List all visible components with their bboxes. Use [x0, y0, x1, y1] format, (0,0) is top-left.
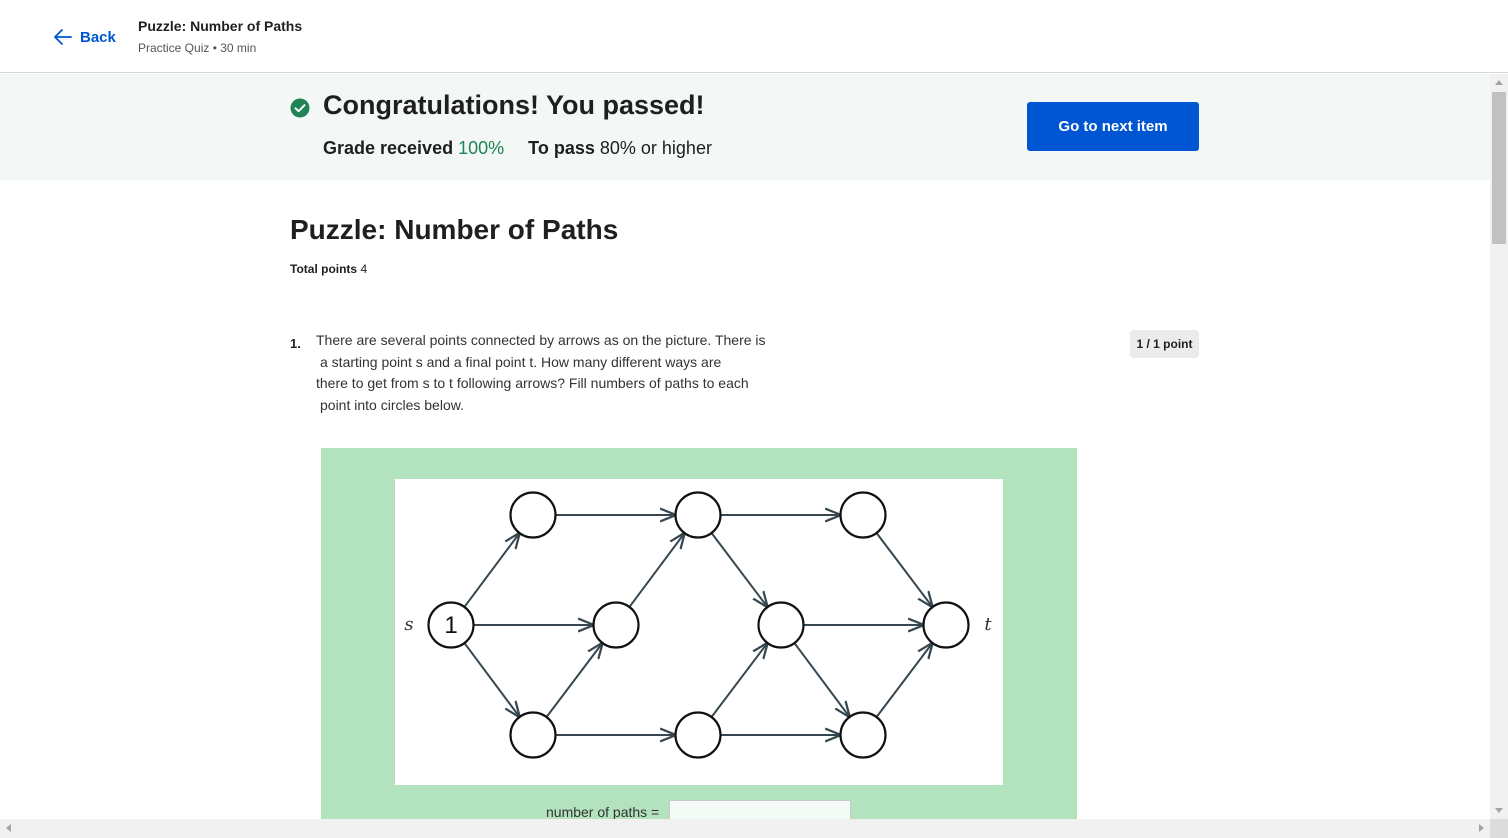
path-graph: 1 s t: [404, 491, 992, 759]
grade-received-value: 100%: [458, 138, 505, 158]
end-label: t: [984, 614, 992, 635]
header-quiz-subtitle: Practice Quiz • 30 min: [138, 41, 257, 55]
start-node-value: 1: [444, 612, 457, 639]
pass-threshold-label: To pass: [528, 138, 595, 158]
grade-received-label: Grade received: [323, 138, 454, 158]
total-points-value: 4: [360, 262, 368, 276]
graph-arrow-c1-t: [875, 532, 932, 606]
question-line: there to get from s to t following arrow…: [316, 375, 749, 391]
number-of-paths-input[interactable]: [669, 800, 851, 819]
header-quiz-title: Puzzle: Number of Paths: [138, 18, 303, 34]
graph-node-a3[interactable]: [509, 711, 557, 759]
question-text: There are several points connected by ar…: [316, 330, 806, 416]
path-graph-canvas: 1 s t: [395, 479, 1003, 785]
go-to-next-item-button[interactable]: Go to next item: [1027, 102, 1199, 151]
question-number: 1.: [290, 336, 301, 351]
vertical-scrollbar[interactable]: [1490, 74, 1508, 819]
graph-arrow-b1-m2: [710, 532, 767, 606]
result-banner: Congratulations! You passed! Grade recei…: [0, 74, 1490, 180]
check-circle-icon: [290, 98, 310, 118]
question-line: point into circles below.: [320, 396, 464, 413]
graph-node-b3[interactable]: [674, 711, 722, 759]
graph-arrow-c3-t: [875, 644, 932, 718]
scroll-left-icon[interactable]: [6, 824, 11, 832]
graph-arrow-m2-c3: [793, 642, 849, 716]
graph-node-a1[interactable]: [509, 491, 557, 539]
graph-node-c3[interactable]: [839, 711, 887, 759]
scroll-right-icon[interactable]: [1479, 824, 1484, 832]
number-of-paths-label: number of paths =: [546, 804, 660, 819]
vertical-scroll-thumb[interactable]: [1492, 92, 1506, 244]
graph-arrow-s-a1: [463, 534, 519, 608]
question-line: There are several points connected by ar…: [316, 332, 766, 348]
graph-edges: [463, 515, 932, 735]
pass-threshold-value: 80% or higher: [599, 138, 712, 158]
page-title: Puzzle: Number of Paths: [290, 214, 619, 245]
graph-node-m2[interactable]: [757, 601, 805, 649]
total-points-label: Total points: [290, 262, 358, 276]
graph-node-m1[interactable]: [592, 601, 640, 649]
scrollbar-corner: [1490, 819, 1508, 838]
graph-node-c1[interactable]: [839, 491, 887, 539]
graph-arrow-a3-m1: [545, 644, 602, 718]
graph-arrow-s-a3: [463, 642, 519, 716]
total-points: Total points 4: [290, 262, 367, 276]
puzzle-widget: 1 s t number of paths =: [321, 448, 1077, 819]
graph-arrow-b3-m2: [710, 644, 767, 718]
graph-node-t[interactable]: [922, 601, 970, 649]
arrow-left-icon: [54, 29, 72, 45]
graph-node-b1[interactable]: [674, 491, 722, 539]
main-content[interactable]: Congratulations! You passed! Grade recei…: [0, 74, 1490, 819]
result-title: Congratulations! You passed!: [323, 90, 705, 120]
start-label: s: [404, 614, 413, 635]
scroll-up-icon[interactable]: [1495, 80, 1503, 85]
scroll-down-icon[interactable]: [1495, 808, 1503, 813]
grade-summary: Grade received 100% To pass 80% or highe…: [323, 138, 712, 159]
horizontal-scrollbar[interactable]: [0, 819, 1490, 838]
back-label: Back: [80, 28, 116, 46]
top-bar: Back Puzzle: Number of Paths Practice Qu…: [0, 0, 1508, 73]
question-points-badge: 1 / 1 point: [1130, 330, 1199, 358]
graph-arrow-m1-b1: [628, 534, 684, 608]
question-line: a starting point s and a final point t. …: [320, 353, 722, 370]
back-button[interactable]: Back: [52, 24, 116, 50]
